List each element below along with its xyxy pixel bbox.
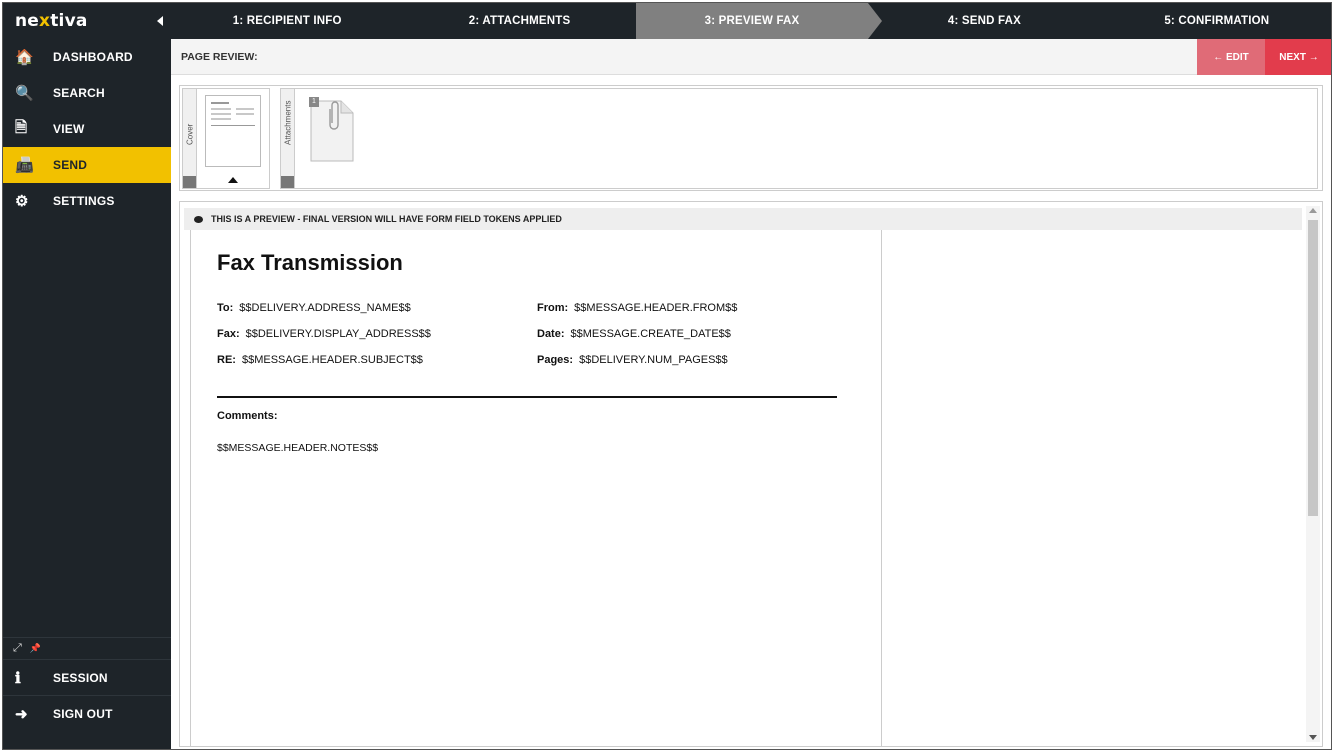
fax-preview: THIS IS A PREVIEW - FINAL VERSION WILL H… [179,201,1323,747]
pin-icon[interactable]: 📌 [30,643,41,654]
wizard-steps: 1: RECIPIENT INFO 2: ATTACHMENTS 3: PREV… [171,3,1331,39]
cover-thumbnail-group[interactable]: Cover [182,88,270,189]
info-icon: ℹ [15,669,21,687]
cover-page-thumbnail[interactable] [205,95,261,167]
cover-tab: Cover [183,89,197,188]
scroll-thumb[interactable] [1308,220,1318,516]
step-preview-fax[interactable]: 3: PREVIEW FAX [635,3,883,39]
sidebar-item-label: SETTINGS [53,194,115,208]
fax-field: Fax: $$DELIVERY.DISPLAY_ADDRESS$$ [217,328,431,340]
document-title: Fax Transmission [217,250,403,275]
step-recipient-info[interactable]: 1: RECIPIENT INFO [171,3,403,39]
selected-caret-icon [228,177,238,183]
comment-icon [194,215,203,223]
divider-line [217,396,837,398]
cover-page-document: Fax Transmission To: $$DELIVERY.ADDRESS_N… [190,230,1302,746]
step-label: 5: CONFIRMATION [1164,15,1270,27]
page-number-badge: 1 [309,97,319,107]
sidebar-item-label: VIEW [53,122,85,136]
step-label: 4: SEND FAX [947,15,1021,27]
sidebar-item-view[interactable]: 🗎 VIEW [3,111,171,147]
comments-label: Comments: [217,410,278,422]
collapse-left-icon[interactable] [157,16,163,26]
app-window: nextiva 🏠 DASHBOARD 🔍 SEARCH 🗎 VIEW 📠 SE… [2,2,1332,750]
comments-value: $$MESSAGE.HEADER.NOTES$$ [217,442,379,454]
to-field: To: $$DELIVERY.ADDRESS_NAME$$ [217,302,411,314]
step-label: 1: RECIPIENT INFO [232,15,342,27]
document-icon: 🗎 [15,118,28,136]
attachments-tab-label: Attachments [283,100,293,145]
attachment-page-thumbnail[interactable]: 1 [303,95,359,165]
fax-icon: 📠 [15,157,34,174]
sidebar: nextiva 🏠 DASHBOARD 🔍 SEARCH 🗎 VIEW 📠 SE… [3,3,171,749]
sidebar-item-label: SEARCH [53,86,105,100]
page-review-bar: PAGE REVIEW: ← EDIT NEXT → [171,39,1331,75]
sidebar-item-label: SESSION [53,670,108,685]
expand-icon[interactable]: ⤢ [13,642,22,655]
preview-notice: THIS IS A PREVIEW - FINAL VERSION WILL H… [184,208,1302,230]
vertical-scrollbar[interactable] [1306,206,1320,742]
attachments-tab: Attachments [281,89,295,188]
logo-row: nextiva [3,3,171,39]
page-review-title: PAGE REVIEW: [181,51,258,63]
attachments-tab-marker [281,176,294,188]
sidebar-item-label: DASHBOARD [53,50,133,64]
attachments-thumbnail-group: Attachments 1 [280,88,1318,189]
preview-notice-text: THIS IS A PREVIEW - FINAL VERSION WILL H… [211,214,562,224]
sign-out-icon: ➜ [15,705,28,723]
sidebar-item-label: SIGN OUT [53,706,113,721]
pages-field: Pages: $$DELIVERY.NUM_PAGES$$ [537,354,728,366]
step-send-fax[interactable]: 4: SEND FAX [868,3,1100,39]
cover-tab-marker [183,176,196,188]
step-label: 2: ATTACHMENTS [468,15,571,27]
step-attachments[interactable]: 2: ATTACHMENTS [403,3,635,39]
scroll-down-icon[interactable] [1309,735,1317,740]
sidebar-item-sign-out[interactable]: ➜ SIGN OUT [3,695,171,731]
sidebar-item-label: SEND [53,158,88,172]
nextiva-logo: nextiva [15,11,88,31]
search-icon: 🔍 [15,85,34,102]
re-field: RE: $$MESSAGE.HEADER.SUBJECT$$ [217,354,423,366]
scroll-up-icon[interactable] [1309,208,1317,213]
sidebar-item-dashboard[interactable]: 🏠 DASHBOARD [3,39,171,75]
sidebar-tools: ⤢ 📌 [3,637,171,659]
bottom-nav: ℹ SESSION ➜ SIGN OUT [3,659,171,731]
sidebar-item-send[interactable]: 📠 SEND [3,147,171,183]
next-button[interactable]: NEXT → [1265,39,1331,75]
gear-icon: ⚙ [15,193,29,210]
date-field: Date: $$MESSAGE.CREATE_DATE$$ [537,328,731,340]
cover-tab-label: Cover [185,123,195,145]
from-field: From: $$MESSAGE.HEADER.FROM$$ [537,302,738,314]
step-confirmation[interactable]: 5: CONFIRMATION [1101,3,1331,39]
home-icon: 🏠 [15,49,34,66]
step-label: 3: PREVIEW FAX [704,15,800,27]
sidebar-item-session[interactable]: ℹ SESSION [3,659,171,695]
page-thumbnails: Cover Attachments 1 [179,85,1323,191]
sidebar-item-settings[interactable]: ⚙ SETTINGS [3,183,171,219]
page-divider [881,230,882,746]
edit-button[interactable]: ← EDIT [1197,39,1265,75]
sidebar-item-search[interactable]: 🔍 SEARCH [3,75,171,111]
